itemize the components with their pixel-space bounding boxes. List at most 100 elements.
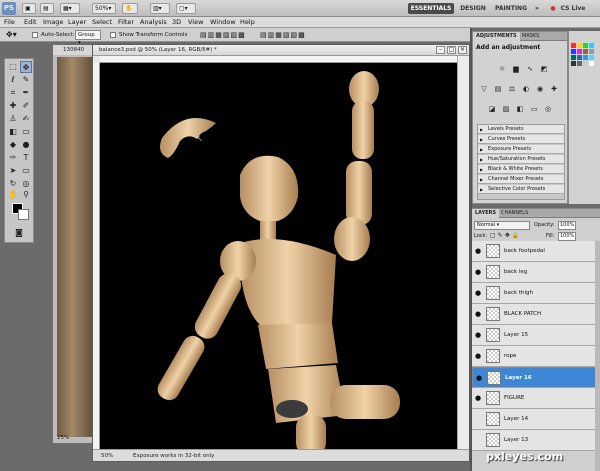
history-brush-icon[interactable]: ✍ [20, 113, 32, 125]
layer-row[interactable]: ● rope [472, 346, 596, 367]
gradient-tool-icon[interactable]: ▭ [20, 126, 32, 138]
swatch[interactable] [571, 61, 576, 66]
layer-row[interactable]: ● back thigh [472, 283, 596, 304]
swatch[interactable] [583, 55, 588, 60]
menu-edit[interactable]: Edit [24, 18, 37, 27]
swatch[interactable] [589, 55, 594, 60]
photo-filter-icon[interactable]: ◉ [535, 84, 545, 94]
exposure-icon[interactable]: ◩ [539, 64, 549, 74]
gradient-map-icon[interactable]: ▭ [529, 104, 539, 114]
canvas[interactable]: ↖ [100, 63, 459, 451]
eye-icon[interactable]: ● [474, 394, 482, 402]
eye-icon[interactable]: ● [474, 310, 482, 318]
preset-selective-color[interactable]: Selective Color Presets [478, 185, 564, 194]
swatch[interactable] [571, 43, 576, 48]
menu-filter[interactable]: Filter [118, 18, 134, 27]
channel-mixer-icon[interactable]: ✚ [549, 84, 559, 94]
align-icons[interactable]: ▤▥▦▧▨▩ [200, 31, 246, 39]
swatch[interactable] [571, 55, 576, 60]
arrange-documents-icon[interactable]: ▥▾ [150, 3, 170, 14]
clone-stamp-icon[interactable]: ♙ [7, 113, 19, 125]
brush-tool-icon[interactable]: ✐ [20, 100, 32, 112]
swatch[interactable] [583, 43, 588, 48]
invert-icon[interactable]: ◪ [487, 104, 497, 114]
dodge-tool-icon[interactable]: ● [20, 139, 32, 151]
horizontal-ruler[interactable] [100, 56, 457, 63]
workspace-design[interactable]: DESIGN [458, 3, 488, 14]
auto-select-dropdown[interactable]: Group ▾ [75, 30, 101, 46]
menu-analysis[interactable]: Analysis [140, 18, 167, 27]
preset-black-white[interactable]: Black & White Presets [478, 165, 564, 174]
layer-row[interactable]: ● back leg [472, 262, 596, 283]
eye-icon[interactable]: ● [474, 268, 482, 276]
pen-tool-icon[interactable]: ✑ [7, 152, 19, 164]
blur-tool-icon[interactable]: ◆ [7, 139, 19, 151]
brightness-contrast-icon[interactable]: ☼ [497, 64, 507, 74]
close-icon[interactable]: × [458, 46, 467, 54]
maximize-icon[interactable]: □ [447, 46, 456, 54]
show-transform-checkbox[interactable] [110, 32, 116, 38]
menu-help[interactable]: Help [240, 18, 255, 27]
background-color-swatch[interactable] [18, 209, 29, 220]
swatch[interactable] [577, 55, 582, 60]
color-balance-icon[interactable]: ⚖ [507, 84, 517, 94]
hue-saturation-icon[interactable]: ▤ [493, 84, 503, 94]
zoom-level-dropdown[interactable]: 50%▾ [92, 3, 116, 14]
background-document-zoom[interactable]: 25% [57, 435, 69, 441]
preset-levels[interactable]: Levels Presets [478, 125, 564, 134]
tab-channels[interactable]: CHANNELS [498, 209, 531, 218]
shape-tool-icon[interactable]: ▭ [20, 165, 32, 177]
auto-select-checkbox[interactable] [32, 32, 38, 38]
curves-icon[interactable]: ∿ [525, 64, 535, 74]
blend-mode-dropdown[interactable]: Normal ▾ [474, 221, 530, 230]
eye-icon[interactable]: ● [475, 374, 483, 382]
eyedropper-tool-icon[interactable]: ✒ [20, 87, 32, 99]
hand-tool-icon[interactable]: ✋ [7, 189, 19, 201]
hand-zoom-icon[interactable]: ✋ [122, 3, 138, 14]
healing-brush-icon[interactable]: ✚ [7, 100, 19, 112]
fill-field[interactable]: 100% [558, 232, 576, 241]
eye-icon[interactable]: ● [474, 331, 482, 339]
layer-row[interactable]: Layer 13 [472, 430, 596, 451]
distribute-icons[interactable]: ▤▥▦▧▨▩ [260, 31, 306, 39]
document-vertical-scrollbar[interactable] [457, 56, 469, 449]
menu-file[interactable]: File [4, 18, 15, 27]
menu-layer[interactable]: Layer [68, 18, 86, 27]
swatch[interactable] [571, 49, 576, 54]
quick-mask-icon[interactable]: ◙ [13, 227, 25, 239]
tab-layers[interactable]: LAYERS [472, 209, 500, 218]
black-white-icon[interactable]: ◐ [521, 84, 531, 94]
cs-live-button[interactable]: CS Live [558, 3, 588, 14]
document-tab[interactable]: balance3.psd @ 50% (Layer 16, RGB/8#) * [93, 45, 469, 56]
workspace-essentials[interactable]: ESSENTIALS [408, 3, 454, 14]
eye-hidden-icon[interactable] [474, 415, 482, 423]
selective-color-icon[interactable]: ◎ [543, 104, 553, 114]
eye-icon[interactable]: ● [474, 352, 482, 360]
vibrance-icon[interactable]: ▽ [479, 84, 489, 94]
minimize-icon[interactable]: – [436, 46, 445, 54]
menu-window[interactable]: Window [210, 18, 236, 27]
layers-scrollbar[interactable] [595, 241, 600, 471]
screen-mode-icon[interactable]: ▢▾ [176, 3, 196, 14]
eye-icon[interactable]: ● [474, 289, 482, 297]
levels-icon[interactable]: ▆ [511, 64, 521, 74]
swatch[interactable] [577, 43, 582, 48]
workspace-painting[interactable]: PAINTING [494, 3, 528, 14]
menu-select[interactable]: Select [92, 18, 112, 27]
crop-tool-icon[interactable]: ⌗ [7, 87, 19, 99]
move-tool-icon[interactable]: ✥ [20, 61, 32, 73]
lock-icons[interactable]: ▢✎✥🔒 [490, 232, 521, 239]
bridge-icon[interactable]: ▣ [22, 3, 36, 14]
preset-exposure[interactable]: Exposure Presets [478, 145, 564, 154]
eye-hidden-icon[interactable] [474, 436, 482, 444]
quick-select-tool-icon[interactable]: ✎ [20, 74, 32, 86]
preset-channel-mixer[interactable]: Channel Mixer Presets [478, 175, 564, 184]
vertical-ruler[interactable] [93, 63, 100, 449]
layer-row[interactable]: ● Layer 15 [472, 325, 596, 346]
eye-icon[interactable]: ● [474, 247, 482, 255]
threshold-icon[interactable]: ◧ [515, 104, 525, 114]
swatch[interactable] [577, 49, 582, 54]
marquee-tool-icon[interactable]: ⬚ [7, 61, 19, 73]
opacity-field[interactable]: 100% [558, 221, 576, 230]
tab-adjustments[interactable]: ADJUSTMENTS [473, 32, 520, 41]
